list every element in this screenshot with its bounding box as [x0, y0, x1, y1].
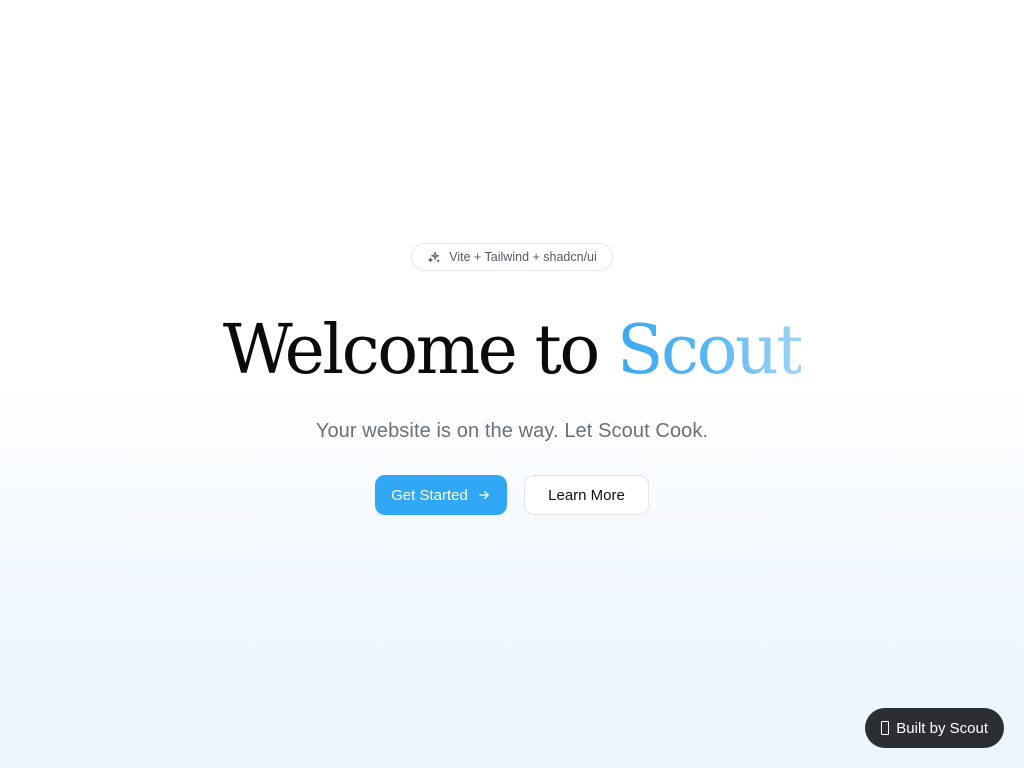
built-by-label: Built by Scout	[896, 719, 988, 737]
page-subtitle: Your website is on the way. Let Scout Co…	[315, 420, 709, 442]
title-accent: Scout	[616, 311, 804, 390]
built-by-scout-badge[interactable]: Built by Scout	[865, 708, 1004, 748]
tech-stack-label: Vite + Tailwind + shadcn/ui	[449, 250, 597, 264]
get-started-button[interactable]: Get Started	[375, 475, 507, 515]
page-title: Welcome to Scout	[222, 311, 804, 391]
learn-more-button[interactable]: Learn More	[524, 475, 649, 515]
title-prefix: Welcome to	[222, 311, 617, 390]
hero-section: Vite + Tailwind + shadcn/ui Welcome to S…	[0, 243, 1024, 515]
tech-stack-badge: Vite + Tailwind + shadcn/ui	[411, 243, 613, 271]
arrow-right-icon	[479, 490, 489, 500]
scout-logo-icon	[881, 721, 890, 735]
hero-actions: Get Started Learn More	[375, 475, 649, 515]
sparkles-icon	[428, 251, 440, 263]
get-started-label: Get Started	[391, 486, 468, 504]
